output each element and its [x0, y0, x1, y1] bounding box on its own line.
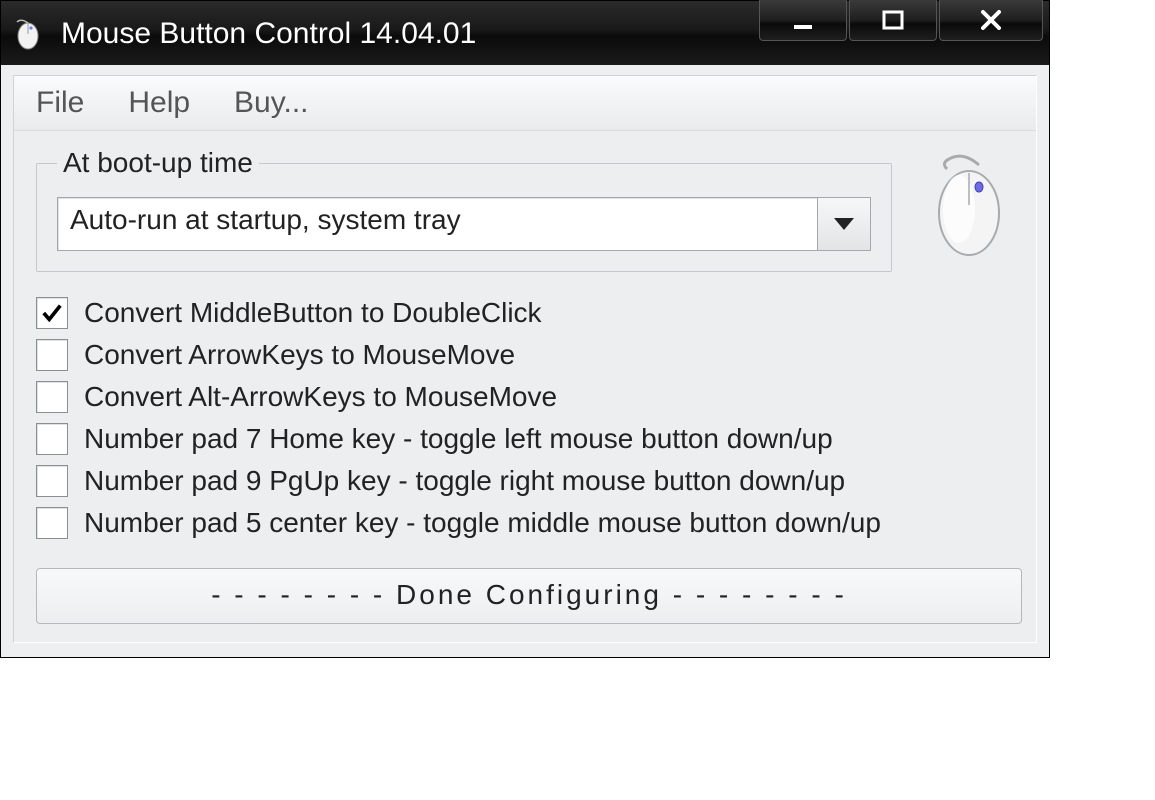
titlebar[interactable]: Mouse Button Control 14.04.01: [1, 1, 1049, 65]
app-window: Mouse Button Control 14.04.01 File Help …: [0, 0, 1050, 658]
combobox-dropdown-button[interactable]: [817, 198, 870, 250]
menu-file[interactable]: File: [18, 80, 110, 128]
minimize-button[interactable]: [759, 0, 847, 41]
option-label: Convert MiddleButton to DoubleClick: [84, 297, 542, 329]
option-row: Convert MiddleButton to DoubleClick: [36, 292, 1022, 334]
bootup-legend: At boot-up time: [57, 147, 259, 179]
menu-buy[interactable]: Buy...: [216, 80, 334, 128]
menu-help[interactable]: Help: [110, 80, 216, 128]
option-checkbox[interactable]: [36, 297, 68, 329]
option-label: Convert ArrowKeys to MouseMove: [84, 339, 515, 371]
option-checkbox[interactable]: [36, 381, 68, 413]
done-configuring-button[interactable]: - - - - - - - - Done Configuring - - - -…: [36, 568, 1022, 624]
option-checkbox[interactable]: [36, 423, 68, 455]
options-list: Convert MiddleButton to DoubleClick Conve…: [36, 292, 1022, 544]
option-label: Number pad 7 Home key - toggle left mous…: [84, 423, 833, 455]
option-label: Number pad 9 PgUp key - toggle right mou…: [84, 465, 845, 497]
app-icon: [9, 14, 47, 52]
window-controls: [759, 0, 1043, 41]
maximize-button[interactable]: [849, 0, 937, 41]
option-row: Number pad 5 center key - toggle middle …: [36, 502, 1022, 544]
option-checkbox[interactable]: [36, 339, 68, 371]
option-checkbox[interactable]: [36, 507, 68, 539]
option-row: Convert ArrowKeys to MouseMove: [36, 334, 1022, 376]
option-label: Convert Alt-ArrowKeys to MouseMove: [84, 381, 557, 413]
window-title: Mouse Button Control 14.04.01: [61, 15, 759, 51]
option-row: Convert Alt-ArrowKeys to MouseMove: [36, 376, 1022, 418]
option-row: Number pad 7 Home key - toggle left mous…: [36, 418, 1022, 460]
bootup-fieldset: At boot-up time Auto-run at startup, sys…: [36, 147, 892, 272]
menubar: File Help Buy...: [14, 76, 1036, 131]
bootup-selected-text: Auto-run at startup, system tray: [58, 198, 817, 250]
mouse-icon: [912, 141, 1022, 261]
option-label: Number pad 5 center key - toggle middle …: [84, 507, 881, 539]
inner-panel: File Help Buy... At boot-up time Auto-ru…: [13, 75, 1037, 643]
close-button[interactable]: [939, 0, 1043, 41]
chevron-down-icon: [834, 218, 854, 230]
content-area: At boot-up time Auto-run at startup, sys…: [14, 131, 1036, 642]
bootup-combobox[interactable]: Auto-run at startup, system tray: [57, 197, 871, 251]
option-row: Number pad 9 PgUp key - toggle right mou…: [36, 460, 1022, 502]
client-area: File Help Buy... At boot-up time Auto-ru…: [1, 65, 1049, 657]
option-checkbox[interactable]: [36, 465, 68, 497]
